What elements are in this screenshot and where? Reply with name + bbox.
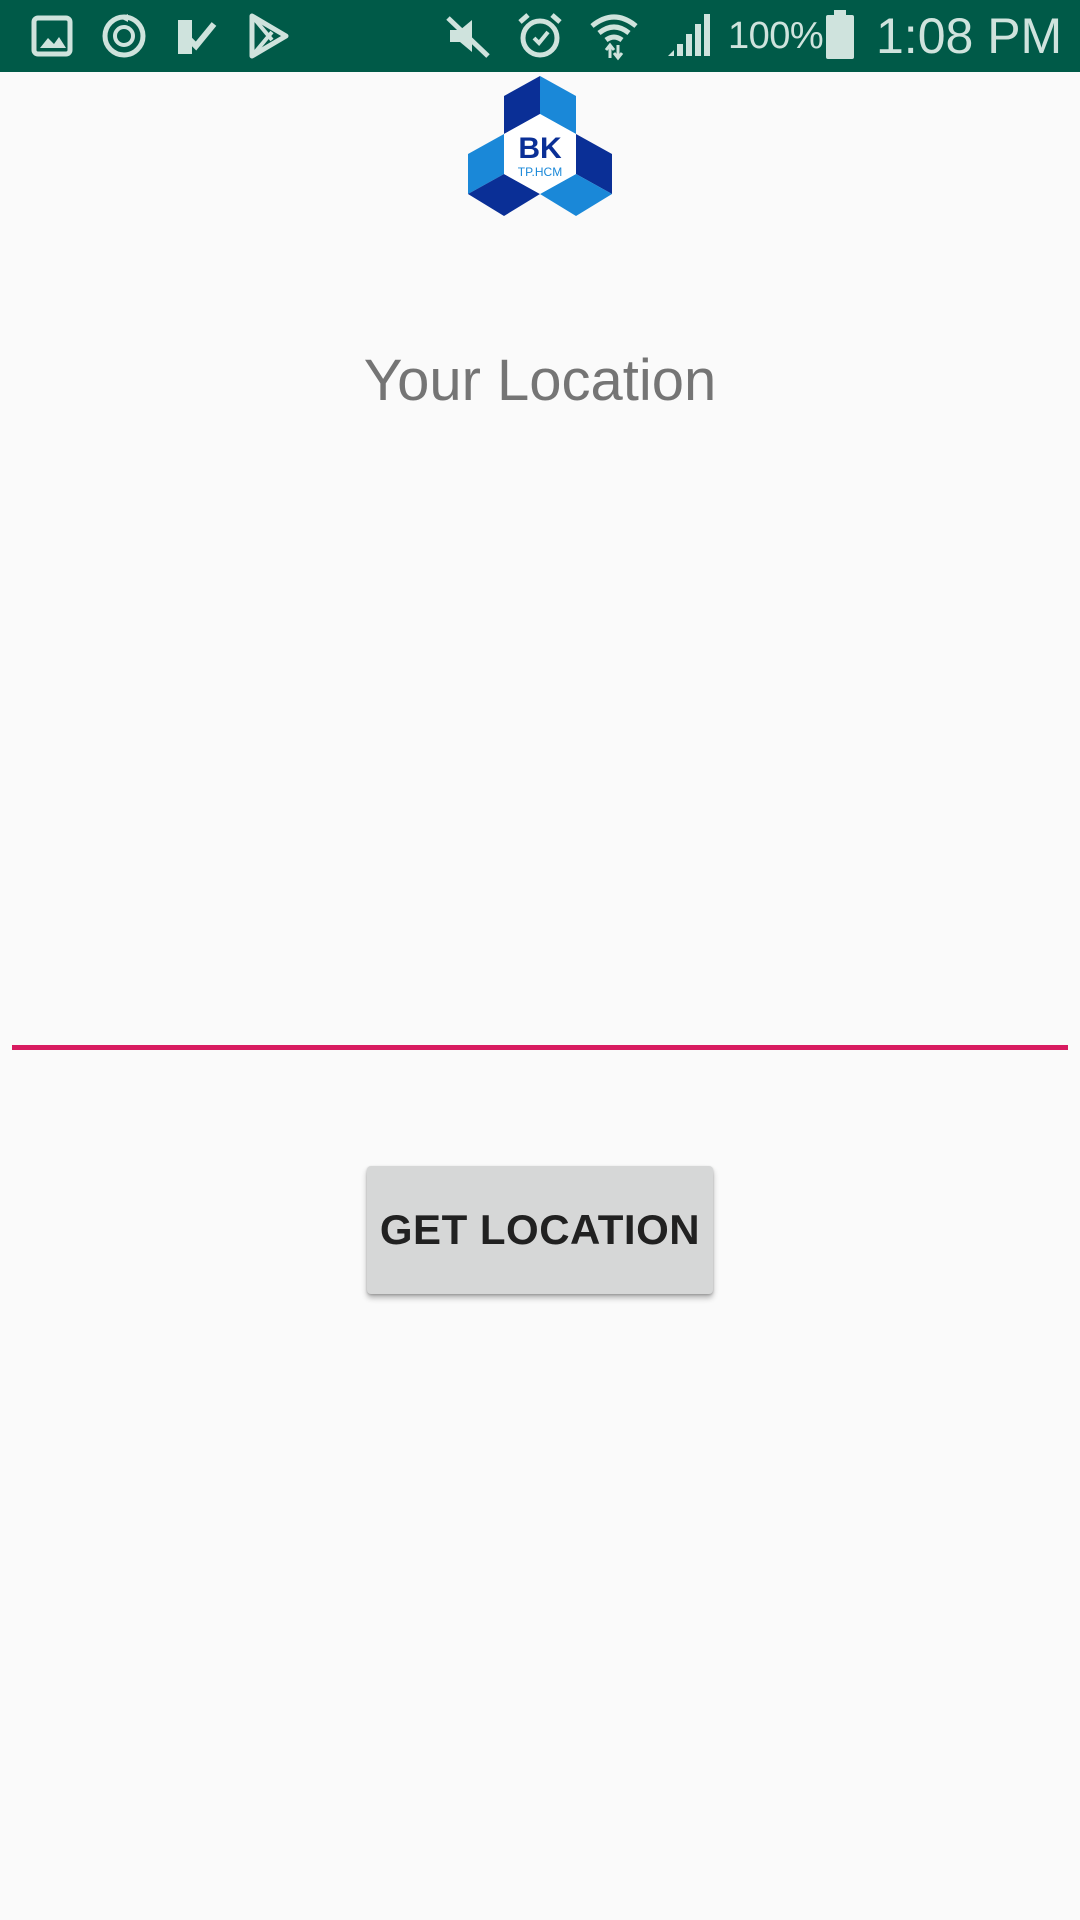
location-field[interactable]	[12, 960, 1068, 1050]
mute-icon	[442, 10, 494, 62]
field-underline	[12, 1045, 1068, 1050]
battery-icon	[822, 10, 858, 62]
alarm-icon	[514, 10, 566, 62]
wifi-icon	[588, 10, 640, 62]
logo-text-main: BK	[518, 132, 562, 165]
task-check-icon	[170, 10, 222, 62]
get-location-button[interactable]: GET LOCATION	[367, 1166, 713, 1294]
app-screen: 100% 1:08 PM BK TP.HCM Your Location GET…	[0, 0, 1080, 1920]
page-title: Your Location	[363, 348, 717, 413]
play-store-icon	[242, 10, 294, 62]
logo-text-sub: TP.HCM	[518, 165, 562, 179]
sync-icon	[98, 10, 150, 62]
gallery-icon	[26, 10, 78, 62]
signal-icon	[662, 10, 714, 62]
status-clock: 1:08 PM	[876, 8, 1063, 64]
bk-tphcm-logo: BK TP.HCM	[466, 74, 614, 220]
battery-percent: 100%	[728, 15, 824, 57]
status-bar: 100% 1:08 PM	[0, 0, 1080, 72]
